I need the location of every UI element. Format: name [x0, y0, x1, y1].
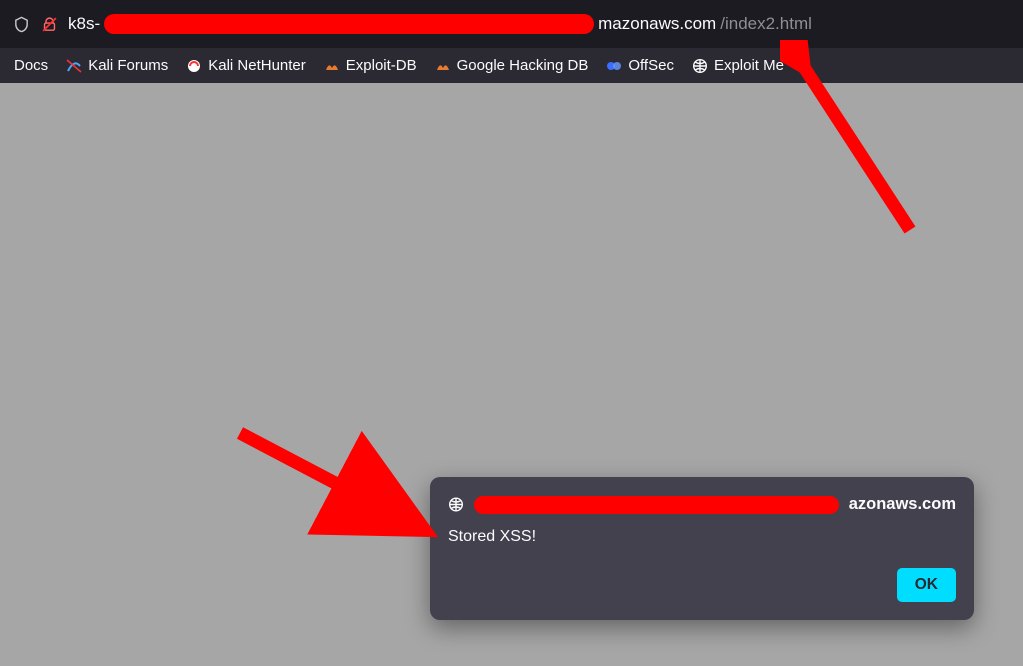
bookmark-label: Exploit Me: [714, 57, 784, 74]
shield-icon[interactable]: [12, 15, 30, 33]
kali-nethunter-icon: [186, 58, 202, 74]
offsec-icon: [606, 58, 622, 74]
globe-icon: [692, 58, 708, 74]
address-bar: k8s- mazonaws.com /index2.html: [0, 0, 1023, 48]
dialog-origin-suffix: azonaws.com: [849, 495, 956, 514]
bookmark-offsec[interactable]: OffSec: [598, 53, 682, 78]
dialog-origin: azonaws.com: [448, 495, 956, 514]
url-prefix: k8s-: [68, 14, 100, 34]
url-suffix: mazonaws.com: [598, 14, 716, 34]
bookmark-exploit-db[interactable]: Exploit-DB: [316, 53, 425, 78]
url-redaction: [104, 14, 594, 34]
bookmark-google-hacking-db[interactable]: Google Hacking DB: [427, 53, 597, 78]
kali-forums-icon: [66, 58, 82, 74]
dialog-origin-redaction: [474, 496, 839, 514]
bookmark-kali-nethunter[interactable]: Kali NetHunter: [178, 53, 314, 78]
bookmark-kali-forums[interactable]: Kali Forums: [58, 53, 176, 78]
google-hacking-icon: [435, 58, 451, 74]
alert-dialog: azonaws.com Stored XSS! OK: [430, 477, 974, 620]
url-display[interactable]: k8s- mazonaws.com /index2.html: [68, 14, 1011, 34]
bookmark-label: Google Hacking DB: [457, 57, 589, 74]
exploit-db-icon: [324, 58, 340, 74]
dialog-message: Stored XSS!: [448, 528, 956, 546]
globe-icon: [448, 497, 464, 513]
lock-warning-icon[interactable]: [40, 15, 58, 33]
bookmark-exploit-me[interactable]: Exploit Me: [684, 53, 792, 78]
bookmark-docs[interactable]: Docs: [6, 53, 56, 78]
bookmark-label: Docs: [14, 57, 48, 74]
bookmark-label: OffSec: [628, 57, 674, 74]
bookmark-label: Kali NetHunter: [208, 57, 306, 74]
ok-button[interactable]: OK: [897, 568, 956, 602]
url-path: /index2.html: [720, 14, 812, 34]
bookmarks-bar: Docs Kali Forums Kali NetHunter Exploit-…: [0, 48, 1023, 83]
bookmark-label: Exploit-DB: [346, 57, 417, 74]
bookmark-label: Kali Forums: [88, 57, 168, 74]
